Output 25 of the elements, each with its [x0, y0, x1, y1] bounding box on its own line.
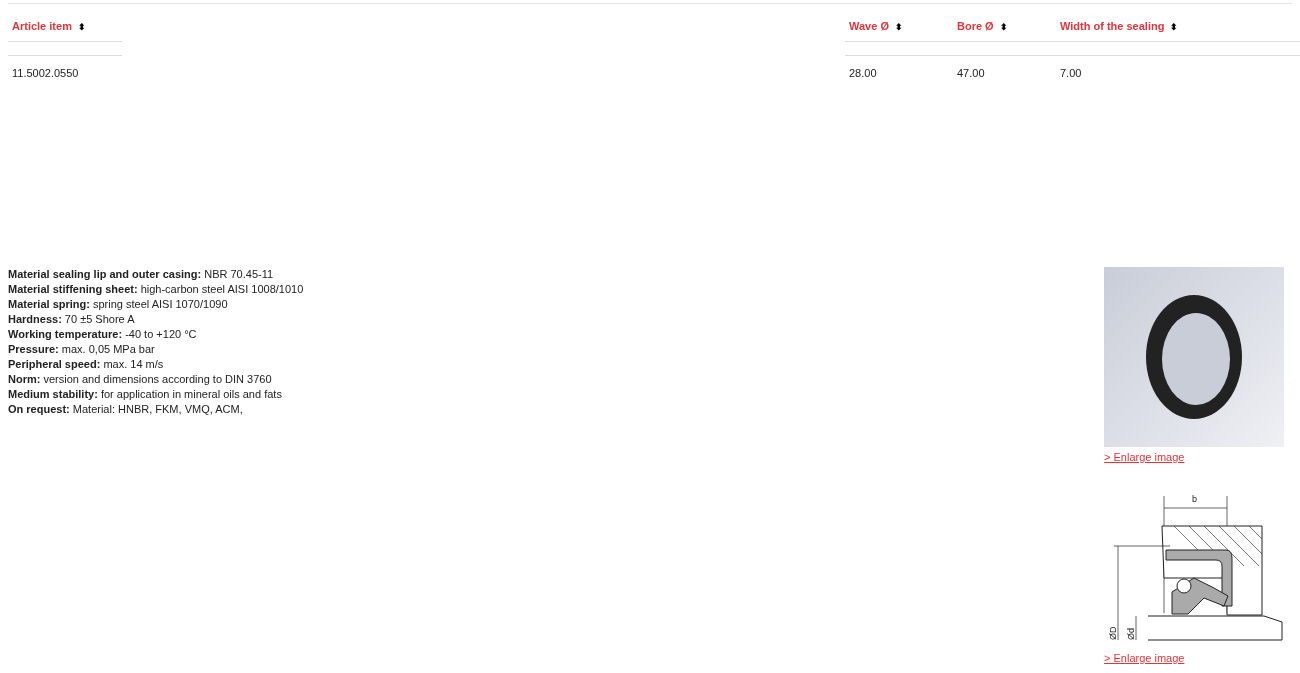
enlarge-image-link[interactable]: > Enlarge image	[1104, 649, 1185, 666]
column-header[interactable]: Bore Ø	[957, 20, 994, 32]
enlarge-image-link[interactable]: > Enlarge image	[1104, 449, 1185, 466]
table-cell: 28.00	[849, 66, 877, 79]
spec-line: Material sealing lip and outer casing: NBR 70.45-11	[8, 267, 275, 282]
spec-line: Norm: version and dimensions according to DIN 3760	[8, 372, 273, 387]
column-header[interactable]: Width of the sealing	[1060, 20, 1165, 32]
table-cell: 47.00	[957, 66, 985, 79]
table-cell: 7.00	[1060, 66, 1082, 79]
spec-line: Peripheral speed: max. 14 m/s	[8, 357, 165, 372]
table-cell: 11.5002.0550	[12, 66, 79, 79]
spec-line: Material stiffening sheet: high-carbon steel AISI 1008/1010	[8, 282, 305, 297]
sort-icon[interactable]: ⬍	[1170, 22, 1179, 32]
spec-line: Medium stability: for application in mineral oils and fats	[8, 387, 283, 402]
spec-line: Pressure: max. 0,05 MPa bar	[8, 342, 156, 357]
column-header[interactable]: Wave Ø	[849, 20, 889, 32]
sort-icon[interactable]: ⬍	[77, 22, 86, 32]
spec-line: Hardness: 70 ±5 Shore A	[8, 312, 136, 327]
spec-line: Material spring: spring steel AISI 1070/1090	[8, 297, 229, 312]
spec-line: On request: Material: HNBR, FKM, VMQ, ACM,	[8, 402, 244, 417]
sort-icon[interactable]: ⬍	[894, 22, 903, 32]
spec-line: Working temperature: -40 to +120 °C	[8, 327, 198, 342]
column-header[interactable]: Article item	[12, 20, 72, 32]
seal-cross-section-drawing: b ØD Ød	[1104, 487, 1292, 648]
sort-icon[interactable]: ⬍	[999, 22, 1008, 32]
